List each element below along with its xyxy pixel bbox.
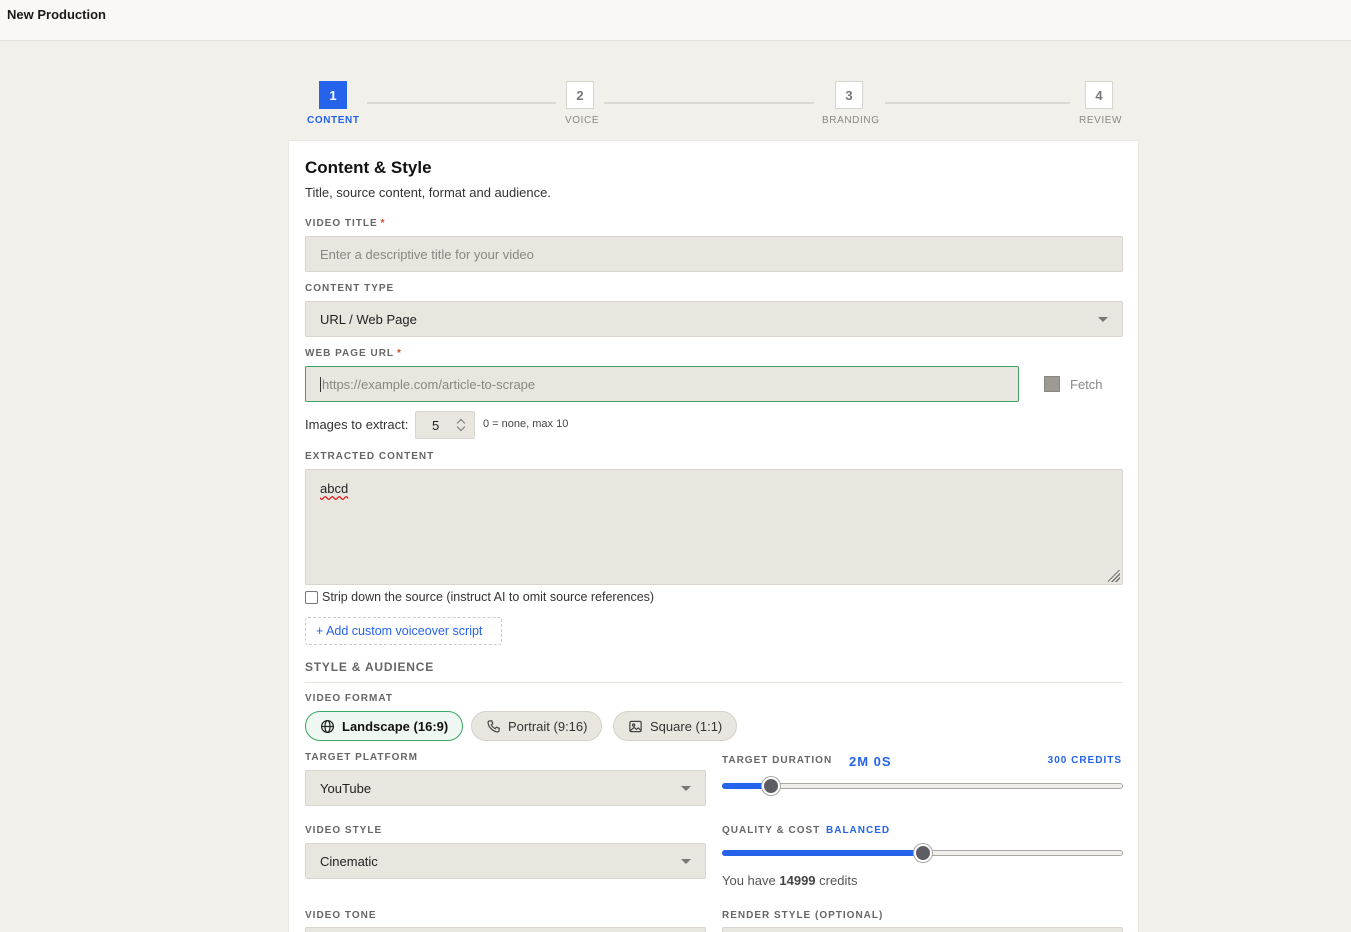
format-landscape-label: Landscape (16:9) — [342, 718, 449, 734]
credits-balance: You have 14999 credits — [722, 873, 858, 888]
extracted-content-label: EXTRACTED CONTENT — [305, 451, 435, 462]
required-mark: * — [397, 348, 402, 359]
images-to-extract-stepper[interactable]: 5 — [415, 411, 475, 439]
format-square-label: Square (1:1) — [650, 718, 723, 734]
web-page-url-label: WEB PAGE URL * — [305, 348, 402, 359]
video-title-placeholder: Enter a descriptive title for your video — [320, 246, 534, 262]
chevron-down-icon — [681, 859, 691, 864]
top-bar: New Production — [0, 0, 1351, 41]
credits-amount: 14999 — [779, 873, 816, 888]
content-style-card: Content & Style Title, source content, f… — [288, 140, 1139, 932]
video-tone-label: VIDEO TONE — [305, 910, 377, 921]
video-title-label: VIDEO TITLE * — [305, 218, 386, 229]
card-heading: Content & Style — [305, 158, 432, 177]
web-page-url-placeholder: https://example.com/article-to-scrape — [322, 376, 536, 392]
required-mark: * — [380, 218, 386, 229]
target-duration-value: 2M 0S — [849, 754, 892, 769]
section-divider — [305, 682, 1123, 683]
strip-source-label: Strip down the source (instruct AI to om… — [322, 590, 655, 604]
image-icon — [629, 720, 642, 732]
step-connector — [604, 102, 814, 104]
style-audience-section-title: STYLE & AUDIENCE — [305, 660, 435, 674]
video-style-select[interactable]: Cinematic — [305, 843, 706, 879]
step-voice-label: VOICE — [565, 115, 600, 126]
content-type-label: CONTENT TYPE — [305, 283, 395, 294]
add-custom-voiceover-script-button[interactable]: + Add custom voiceover script — [305, 617, 502, 645]
content-type-value: URL / Web Page — [320, 311, 417, 327]
step-connector — [367, 102, 556, 104]
render-style-label: RENDER STYLE (OPTIONAL) — [722, 910, 884, 921]
step-voice-number[interactable]: 2 — [566, 81, 594, 109]
format-portrait-label: Portrait (9:16) — [508, 718, 588, 734]
quality-cost-slider[interactable] — [722, 844, 1123, 862]
spinner-arrows-icon[interactable] — [457, 418, 465, 432]
step-branding-label: BRANDING — [822, 115, 880, 126]
target-duration-credits: 300 CREDITS — [1047, 755, 1122, 766]
target-platform-value: YouTube — [320, 780, 372, 796]
video-format-label: VIDEO FORMAT — [305, 693, 393, 704]
step-review-number[interactable]: 4 — [1085, 81, 1113, 109]
strip-source-option[interactable]: Strip down the source (instruct AI to om… — [305, 590, 654, 604]
fetch-label: Fetch — [1070, 376, 1103, 392]
card-subheading: Title, source content, format and audien… — [305, 185, 551, 200]
video-tone-select[interactable] — [305, 927, 706, 932]
extracted-content-value: abcd — [320, 481, 349, 496]
chevron-down-icon — [1098, 317, 1108, 322]
step-content-number[interactable]: 1 — [319, 81, 347, 109]
images-to-extract-label: Images to extract: — [305, 417, 409, 432]
format-landscape-button[interactable]: Landscape (16:9) — [305, 711, 464, 741]
quality-cost-value: BALANCED — [826, 825, 891, 836]
strip-source-checkbox[interactable] — [305, 590, 318, 604]
globe-icon — [320, 719, 335, 733]
chevron-down-icon — [681, 786, 691, 791]
target-platform-select[interactable]: YouTube — [305, 770, 706, 806]
target-duration-label: TARGET DURATION — [722, 755, 833, 766]
images-to-extract-value: 5 — [432, 417, 440, 433]
step-connector — [885, 102, 1070, 104]
video-title-input[interactable]: Enter a descriptive title for your video — [305, 236, 1123, 272]
resize-handle-icon[interactable] — [1108, 570, 1120, 582]
step-content-label: CONTENT — [307, 115, 360, 126]
text-caret — [320, 376, 321, 392]
page-title: New Production — [7, 7, 106, 22]
target-platform-label: TARGET PLATFORM — [305, 752, 418, 763]
video-style-value: Cinematic — [320, 853, 378, 869]
extracted-content-textarea[interactable]: abcd — [305, 469, 1123, 585]
phone-icon — [487, 719, 500, 733]
render-style-select[interactable] — [722, 927, 1123, 932]
slider-thumb[interactable] — [914, 844, 932, 862]
target-duration-slider[interactable] — [722, 777, 1123, 795]
format-square-button[interactable]: Square (1:1) — [613, 711, 738, 741]
fetch-icon — [1044, 376, 1060, 392]
format-portrait-button[interactable]: Portrait (9:16) — [471, 711, 603, 741]
video-style-label: VIDEO STYLE — [305, 825, 383, 836]
slider-fill — [722, 850, 922, 856]
step-review-label: REVIEW — [1079, 115, 1123, 126]
content-type-select[interactable]: URL / Web Page — [305, 301, 1123, 337]
step-branding-number[interactable]: 3 — [835, 81, 863, 109]
fetch-button[interactable]: Fetch — [1044, 376, 1103, 392]
images-to-extract-hint: 0 = none, max 10 — [483, 418, 569, 430]
slider-thumb[interactable] — [762, 777, 780, 795]
quality-cost-label: QUALITY & COST — [722, 825, 821, 836]
web-page-url-input[interactable]: https://example.com/article-to-scrape — [305, 366, 1019, 402]
